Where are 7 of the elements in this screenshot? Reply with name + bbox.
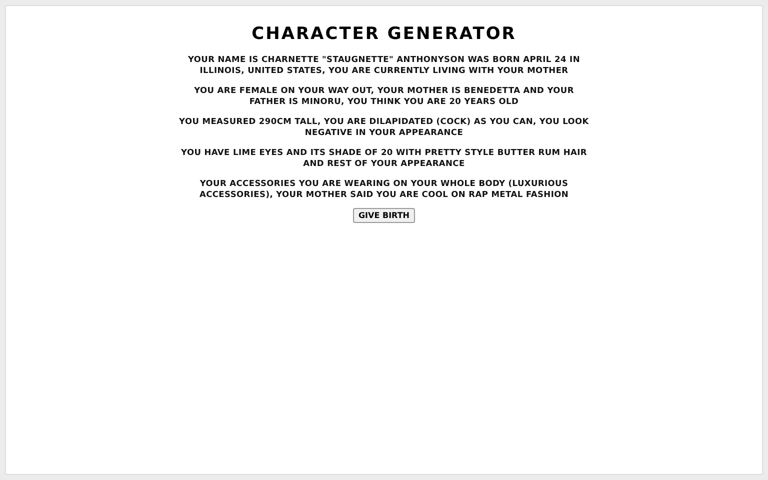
- story-paragraph: YOUR NAME IS CHARNETTE "STAUGNETTE" ANTHONYSON WAS BORN APRIL 24 IN ILLINOIS, UNITED STATES, YOU ARE CURRENTLY LIVING WITH YOUR MOTHER: [187, 54, 581, 76]
- story-paragraph: YOU HAVE LIME EYES AND ITS SHADE OF 20 WITH PRETTY STYLE BUTTER RUM HAIR AND REST OF YOUR APPEARANCE: [180, 147, 588, 169]
- story-paragraph: YOUR ACCESSORIES YOU ARE WEARING ON YOUR WHOLE BODY (LUXURIOUS ACCESSORIES), YOUR MOTHER SAID YOU ARE COOL ON RAP METAL FASHION: [198, 178, 570, 200]
- give-birth-button[interactable]: GIVE BIRTH: [353, 208, 414, 223]
- story-paragraph: YOU ARE FEMALE ON YOUR WAY OUT, YOUR MOTHER IS BENEDETTA AND YOUR FATHER IS MINORU, YOU THINK YOU ARE 20 YEARS OLD: [193, 85, 575, 107]
- story-paragraph: YOU MEASURED 290CM TALL, YOU ARE DILAPIDATED (COCK) AS YOU CAN, YOU LOOK NEGATIVE IN YOUR APPEARANCE: [179, 116, 589, 138]
- page-title: CHARACTER GENERATOR: [252, 24, 516, 44]
